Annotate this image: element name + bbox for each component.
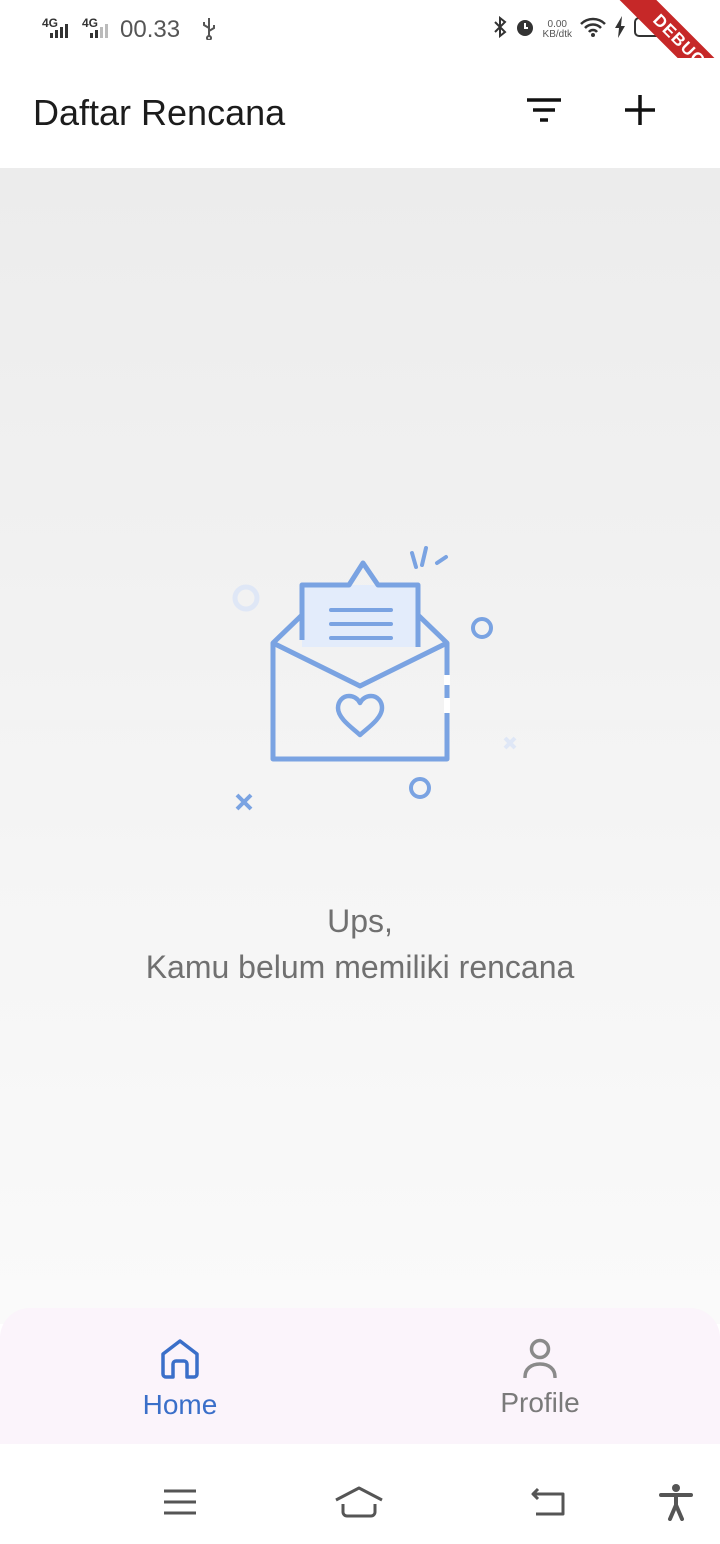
filter-icon [526,97,562,128]
bluetooth-icon [493,15,507,43]
usb-icon [200,16,218,45]
bottom-navigation: Home Profile [0,1308,720,1444]
alarm-icon [515,17,535,42]
nav-home-label: Home [142,1389,218,1420]
accessibility-button[interactable] [654,1482,698,1526]
net-speed: 0.00 KB/dtk [542,18,572,40]
empty-state-line-2: Kamu belum memiliki rencana [145,949,575,985]
page-title: Daftar Rencana [33,92,286,133]
wifi-icon [580,17,606,42]
status-bar: 4G 4G 00.33 0.00 KB/dtk DEBUG [0,0,720,111]
empty-state-line-1: Ups, [327,903,393,939]
filter-button[interactable] [516,84,572,140]
clock: 00.33 [120,16,181,43]
add-plan-button[interactable] [612,84,668,140]
accessibility-icon [659,1483,693,1526]
back-button[interactable] [527,1482,571,1526]
home-icon [160,1339,200,1384]
back-icon [530,1487,568,1522]
signal-icon-2 [90,22,108,38]
menu-icon [163,1488,197,1521]
nav-home[interactable]: Home [100,1338,260,1421]
app-bar: Daftar Rencana [0,58,720,168]
plus-icon [624,94,656,131]
system-navigation-bar [0,1460,720,1544]
home-icon [334,1486,384,1523]
signal-icon [50,22,68,38]
nav-profile[interactable]: Profile [460,1338,620,1419]
nav-profile-label: Profile [500,1387,580,1418]
recent-apps-button[interactable] [158,1482,202,1526]
system-home-button[interactable] [334,1482,384,1526]
charging-icon [614,16,626,43]
main-content: Ups, Kamu belum memiliki rencana [0,168,720,1324]
person-icon [522,1338,558,1382]
empty-state-illustration [225,543,525,818]
empty-state-message: Ups, Kamu belum memiliki rencana [0,898,720,990]
